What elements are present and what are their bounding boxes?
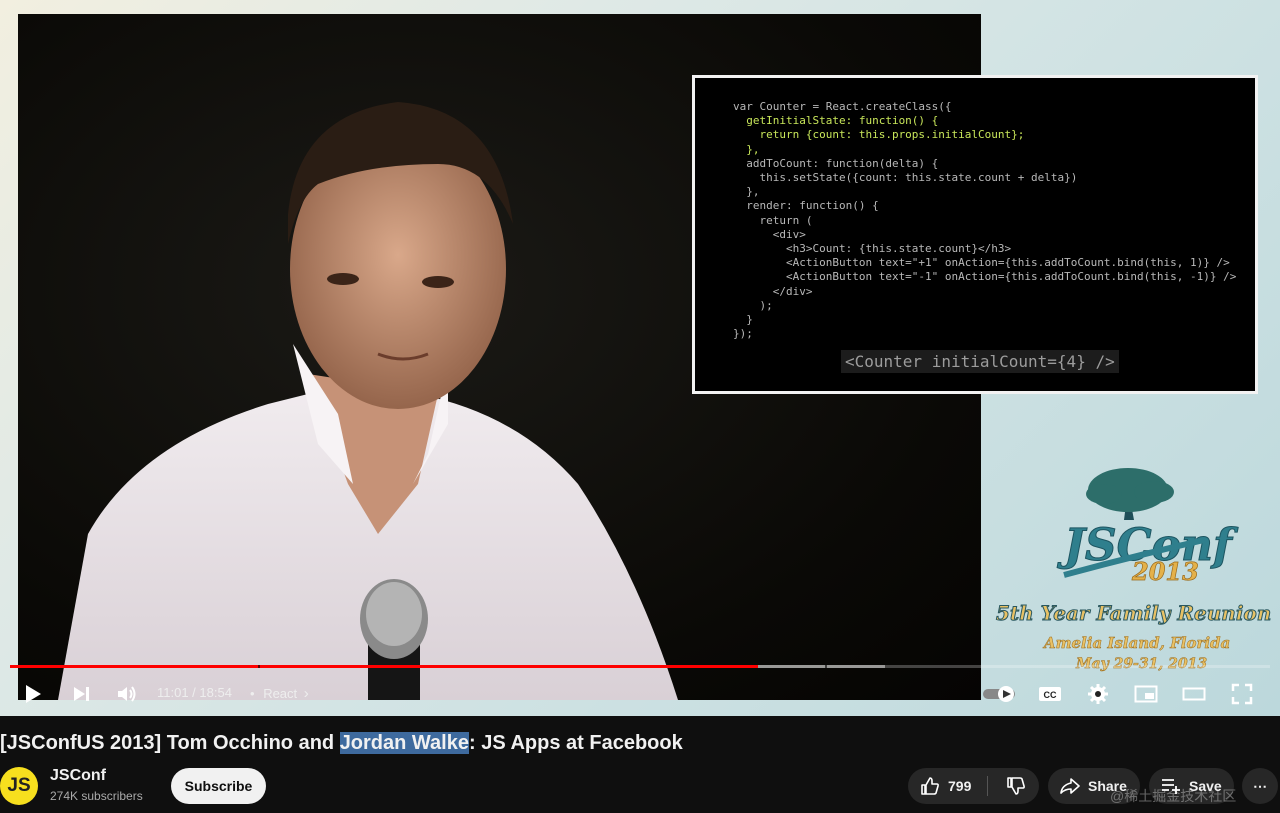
code-line: </div> <box>733 284 813 298</box>
video-title-selected: Jordan Walke <box>339 732 469 754</box>
code-line: return ( <box>733 213 813 227</box>
code-line: <ActionButton text="-1" onAction={this.a… <box>733 270 1237 284</box>
video-title-suffix: : JS Apps at Facebook <box>468 732 683 754</box>
fullscreen-button[interactable] <box>1226 674 1258 714</box>
chapter-marker <box>257 665 260 668</box>
autoplay-toggle[interactable] <box>980 674 1020 714</box>
video-title-prefix: [JSConfUS 2013] Tom Occhino and <box>0 732 340 754</box>
logo-tagline-text: 5th Year Family Reunion <box>996 601 1271 625</box>
progress-played <box>10 665 759 668</box>
chapter-separator: • <box>250 686 255 701</box>
miniplayer-button[interactable] <box>1130 674 1162 714</box>
like-dislike-group: 799 <box>908 768 1039 804</box>
code-line: addToCount: function(delta) { <box>733 156 939 170</box>
code-line: <ActionButton text="+1" onAction={this.a… <box>733 256 1230 270</box>
subscriber-count: 274K subscribers <box>50 789 143 803</box>
like-count: 799 <box>948 778 972 794</box>
code-line: this.setState({count: this.state.count +… <box>733 171 1078 185</box>
miniplayer-icon <box>1134 685 1158 703</box>
logo-dates-text: May 29-31, 2013 <box>1075 656 1207 672</box>
channel-avatar[interactable]: JS <box>0 767 38 805</box>
theater-button[interactable] <box>1178 674 1210 714</box>
channel-name[interactable]: JSConf <box>50 767 106 785</box>
settings-button[interactable] <box>1082 674 1114 714</box>
chapter-marker <box>825 665 828 668</box>
code-line: var Counter = React.createClass({ <box>733 100 952 113</box>
captions-button[interactable]: CC <box>1034 674 1066 714</box>
code-line: getInitialState: function() { <box>733 114 939 128</box>
more-actions-button[interactable]: ⋯ <box>1242 768 1278 804</box>
code-line: } <box>733 313 753 327</box>
like-button[interactable]: 799 <box>908 768 971 804</box>
video-player[interactable]: var Counter = React.createClass({ getIni… <box>0 0 1280 716</box>
fullscreen-icon <box>1231 683 1253 705</box>
chevron-right-icon: › <box>303 685 309 702</box>
watermark-text: @稀土掘金技术社区 <box>1110 788 1237 804</box>
jsconf-logo: JSConf 2013 5th Year Family Reunion Amel… <box>996 468 1272 672</box>
code-line: }, <box>733 142 760 156</box>
subscribe-button[interactable]: Subscribe <box>171 768 266 804</box>
thumbs-up-icon <box>921 777 939 795</box>
code-line: <h3>Count: {this.state.count}</h3> <box>733 242 1012 256</box>
code-slide: var Counter = React.createClass({ getIni… <box>692 75 1258 394</box>
logo-location-text: Amelia Island, Florida <box>1042 634 1230 652</box>
code-line: return {count: this.props.initialCount}; <box>733 128 1025 142</box>
chapter-label: React <box>263 686 298 701</box>
progress-bar[interactable] <box>10 665 1270 668</box>
video-title: [JSConfUS 2013] Tom Occhino and Jordan W… <box>0 732 683 755</box>
logo-year-text: 2013 <box>1131 557 1199 586</box>
next-icon <box>74 687 89 701</box>
captions-icon: CC <box>1039 687 1061 701</box>
settings-icon <box>1088 684 1108 704</box>
time-display: 11:01 / 18:54 <box>157 685 232 700</box>
svg-text:CC: CC <box>1044 690 1057 700</box>
code-block: var Counter = React.createClass({ getIni… <box>733 100 1236 341</box>
code-line: }, <box>733 185 760 199</box>
jsx-usage-text: <Counter initialCount={4} /> <box>841 350 1119 373</box>
code-line: <div> <box>733 227 806 241</box>
volume-icon <box>118 686 136 702</box>
next-button[interactable] <box>64 674 98 714</box>
code-line: render: function() { <box>733 199 879 213</box>
play-button[interactable] <box>16 674 50 714</box>
volume-button[interactable] <box>110 674 144 714</box>
chapter-button[interactable]: • React › <box>250 685 309 702</box>
autoplay-toggle-icon <box>983 686 1015 702</box>
dislike-button[interactable] <box>996 768 1036 804</box>
like-divider <box>987 776 988 796</box>
share-icon <box>1060 778 1080 794</box>
player-controls: 11:01 / 18:54 • React › CC <box>0 674 1280 714</box>
theater-icon <box>1182 687 1206 701</box>
play-icon <box>26 685 41 703</box>
code-line: }); <box>733 327 753 341</box>
code-line: ); <box>733 298 773 312</box>
thumbs-down-icon <box>1007 777 1025 795</box>
